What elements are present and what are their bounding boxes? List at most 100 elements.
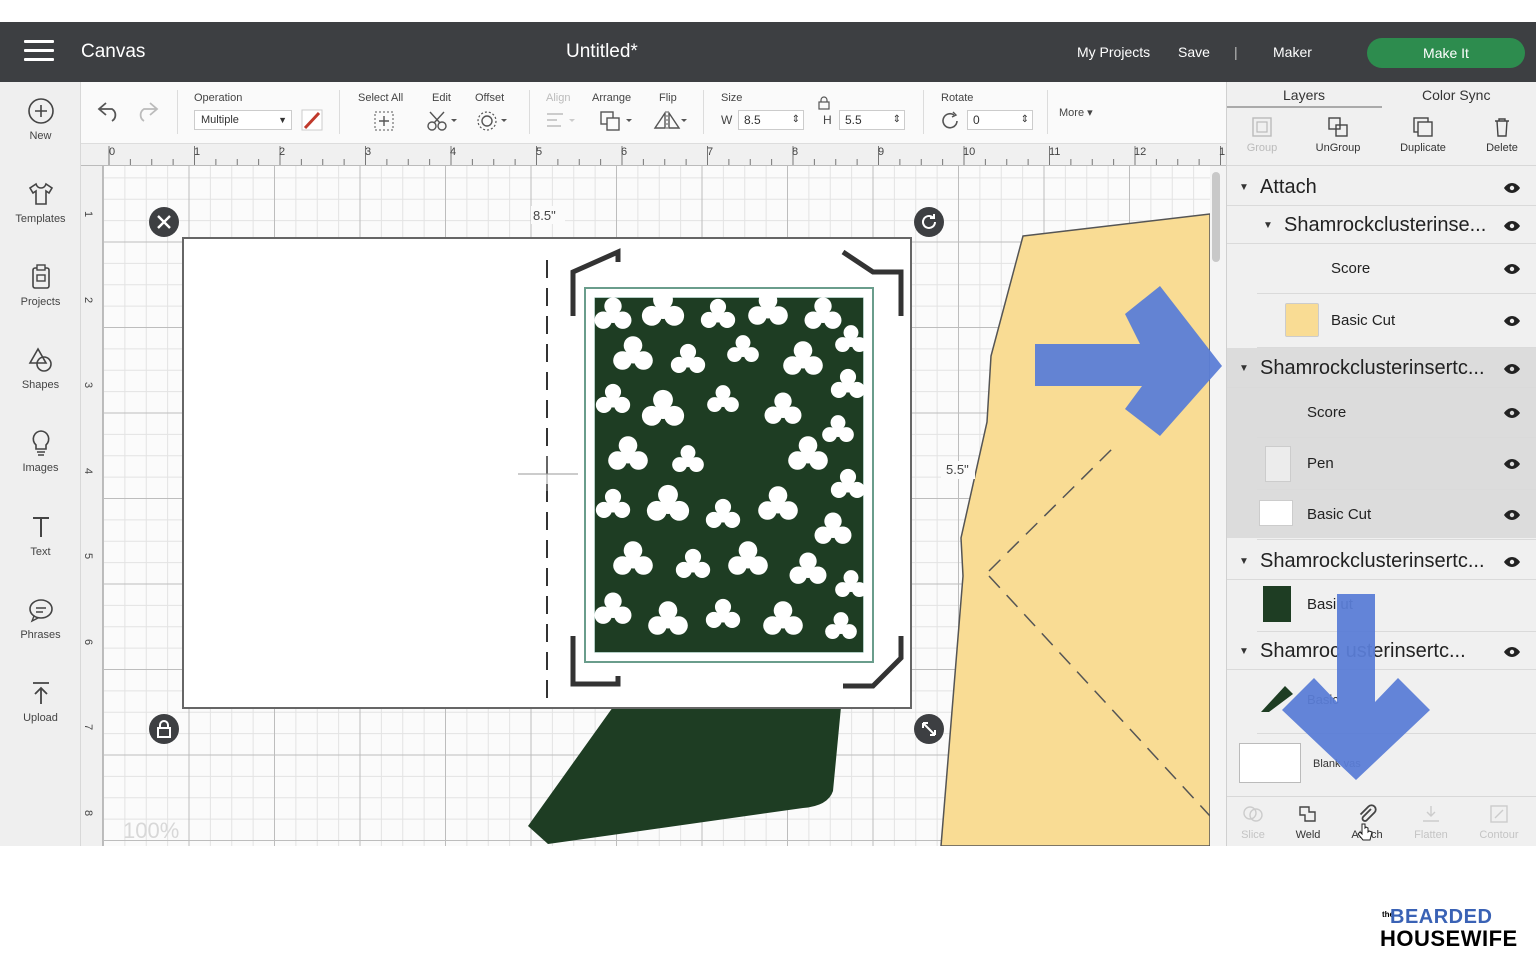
weld-button[interactable]: Weld [1278,803,1338,841]
flip-icon[interactable] [652,110,688,132]
delete-handle-icon[interactable] [148,206,180,238]
visibility-eye-icon[interactable] [1503,315,1521,327]
save-link[interactable]: Save [1178,44,1210,60]
visibility-eye-icon[interactable] [1503,182,1521,194]
ruler-label: 9 [878,146,885,158]
ruler-top: 0 1 2 3 4 5 6 7 8 9 10 11 12 1 [81,144,1226,166]
contour-button[interactable]: Contour [1469,803,1529,841]
layer-item-score-2[interactable]: Score [1257,388,1536,438]
arrange-icon[interactable] [599,110,633,132]
visibility-eye-icon[interactable] [1503,646,1521,658]
height-input[interactable]: 5.5 ⇕ [839,110,905,130]
sidebar-item-upload[interactable]: Upload [0,678,81,724]
sidebar-item-new[interactable]: New [0,96,81,142]
height-value: 5.5 [845,113,862,127]
slice-button[interactable]: Slice [1223,803,1283,841]
expand-caret-icon[interactable]: ▼ [1239,182,1249,193]
align-icon[interactable] [544,110,576,132]
more-menu[interactable]: More ▾ [1059,106,1093,119]
make-it-button[interactable]: Make It [1367,38,1525,68]
lock-handle-icon[interactable] [148,713,180,745]
visibility-eye-icon[interactable] [1503,407,1521,419]
expand-caret-icon[interactable]: ▼ [1263,220,1273,231]
rotate-handle-icon[interactable] [913,206,945,238]
operation-select[interactable]: Multiple ▼ [194,110,292,130]
layer-group-attach[interactable]: ▼ Attach [1227,168,1536,206]
toolbar-divider [339,90,340,134]
visibility-eye-icon[interactable] [1503,458,1521,470]
layer-group-shamrock-3[interactable]: ▼ Shamrockclusterinsertc... [1227,542,1536,580]
tab-layers[interactable]: Layers [1283,87,1325,103]
layer-label: Basic Cut [1331,312,1396,329]
design-canvas[interactable]: 8.5" 5.5" 100% [103,166,1210,846]
ruler-label: 4 [450,146,457,158]
hamburger-menu-icon[interactable] [24,40,54,64]
layer-group-shamrock-2[interactable]: ▼ Shamrockclusterinsertc... [1227,348,1536,388]
sidebar-item-images[interactable]: Images [0,428,81,474]
sidebar-item-projects[interactable]: Projects [0,262,81,308]
tab-color-sync[interactable]: Color Sync [1422,87,1490,103]
stepper-icon[interactable]: ⇕ [1021,111,1029,129]
expand-caret-icon[interactable]: ▼ [1239,363,1249,374]
sidebar-item-shapes[interactable]: Shapes [0,345,81,391]
resize-handle-icon[interactable] [913,713,945,745]
machine-selector[interactable]: Maker [1273,44,1312,60]
pen-color-swatch-icon[interactable] [301,109,323,131]
expand-caret-icon[interactable]: ▼ [1239,556,1249,567]
visibility-eye-icon[interactable] [1503,263,1521,275]
flip-label: Flip [659,92,677,104]
visibility-eye-icon[interactable] [1503,363,1521,375]
sidebar-item-phrases[interactable]: Phrases [0,595,81,641]
expand-caret-icon[interactable]: ▼ [1239,646,1249,657]
group-button[interactable]: Group [1227,116,1297,154]
offset-label: Offset [475,92,505,104]
sidebar-label: New [29,130,52,142]
app-title: Canvas [81,41,146,62]
sidebar-label: Templates [15,213,66,225]
annotation-arrow-right [1035,286,1222,436]
lock-icon[interactable] [817,96,831,110]
delete-button[interactable]: Delete [1467,116,1536,154]
ruler-label: 2 [279,146,286,158]
toolbar-divider [703,90,704,134]
layer-item-basic-cut-1[interactable]: Basic Cut [1257,294,1536,348]
projects-icon [31,264,50,289]
width-input[interactable]: 8.5 ⇕ [738,110,804,130]
delete-label: Delete [1486,142,1518,154]
ruler-label: 2 [82,296,95,304]
duplicate-button[interactable]: Duplicate [1388,116,1458,154]
select-all-icon[interactable] [373,110,395,132]
sidebar-item-text[interactable]: Text [0,512,81,558]
ungroup-button[interactable]: UnGroup [1303,116,1373,154]
height-letter: H [823,113,832,127]
operation-value: Multiple [201,114,239,126]
stepper-icon[interactable]: ⇕ [792,111,800,129]
rotate-input[interactable]: 0 ⇕ [967,110,1033,130]
ruler-label: 12 [1134,146,1147,158]
vertical-scrollbar[interactable] [1212,172,1220,262]
stepper-icon[interactable]: ⇕ [893,111,901,129]
ruler-label: 11 [1049,146,1061,158]
ruler-label: 1 [194,146,201,158]
green-envelope-flap-shape[interactable] [528,686,843,844]
layer-group-shamrock-1[interactable]: ▼ Shamrockclusterinse... [1227,206,1536,244]
visibility-eye-icon[interactable] [1503,556,1521,568]
layer-item-basic-cut-2[interactable]: Basic Cut [1257,490,1536,540]
visibility-eye-icon[interactable] [1503,509,1521,521]
my-projects-link[interactable]: My Projects [1077,44,1150,60]
undo-icon[interactable] [96,98,122,122]
toolbar-divider [177,90,178,134]
redo-icon[interactable] [134,98,160,122]
weld-icon [1299,806,1316,822]
sidebar-item-templates[interactable]: Templates [0,179,81,225]
visibility-eye-icon[interactable] [1503,220,1521,232]
contour-label: Contour [1479,829,1519,841]
lightbulb-icon [31,430,50,456]
scissors-edit-icon[interactable] [426,110,458,132]
document-title[interactable]: Untitled* [566,41,638,63]
flatten-button[interactable]: Flatten [1401,803,1461,841]
ruler-left: 1 2 3 4 5 6 7 8 [81,166,103,846]
layer-item-score-1[interactable]: Score [1257,244,1536,294]
layer-item-pen[interactable]: Pen [1257,438,1536,490]
offset-icon[interactable] [476,110,508,132]
